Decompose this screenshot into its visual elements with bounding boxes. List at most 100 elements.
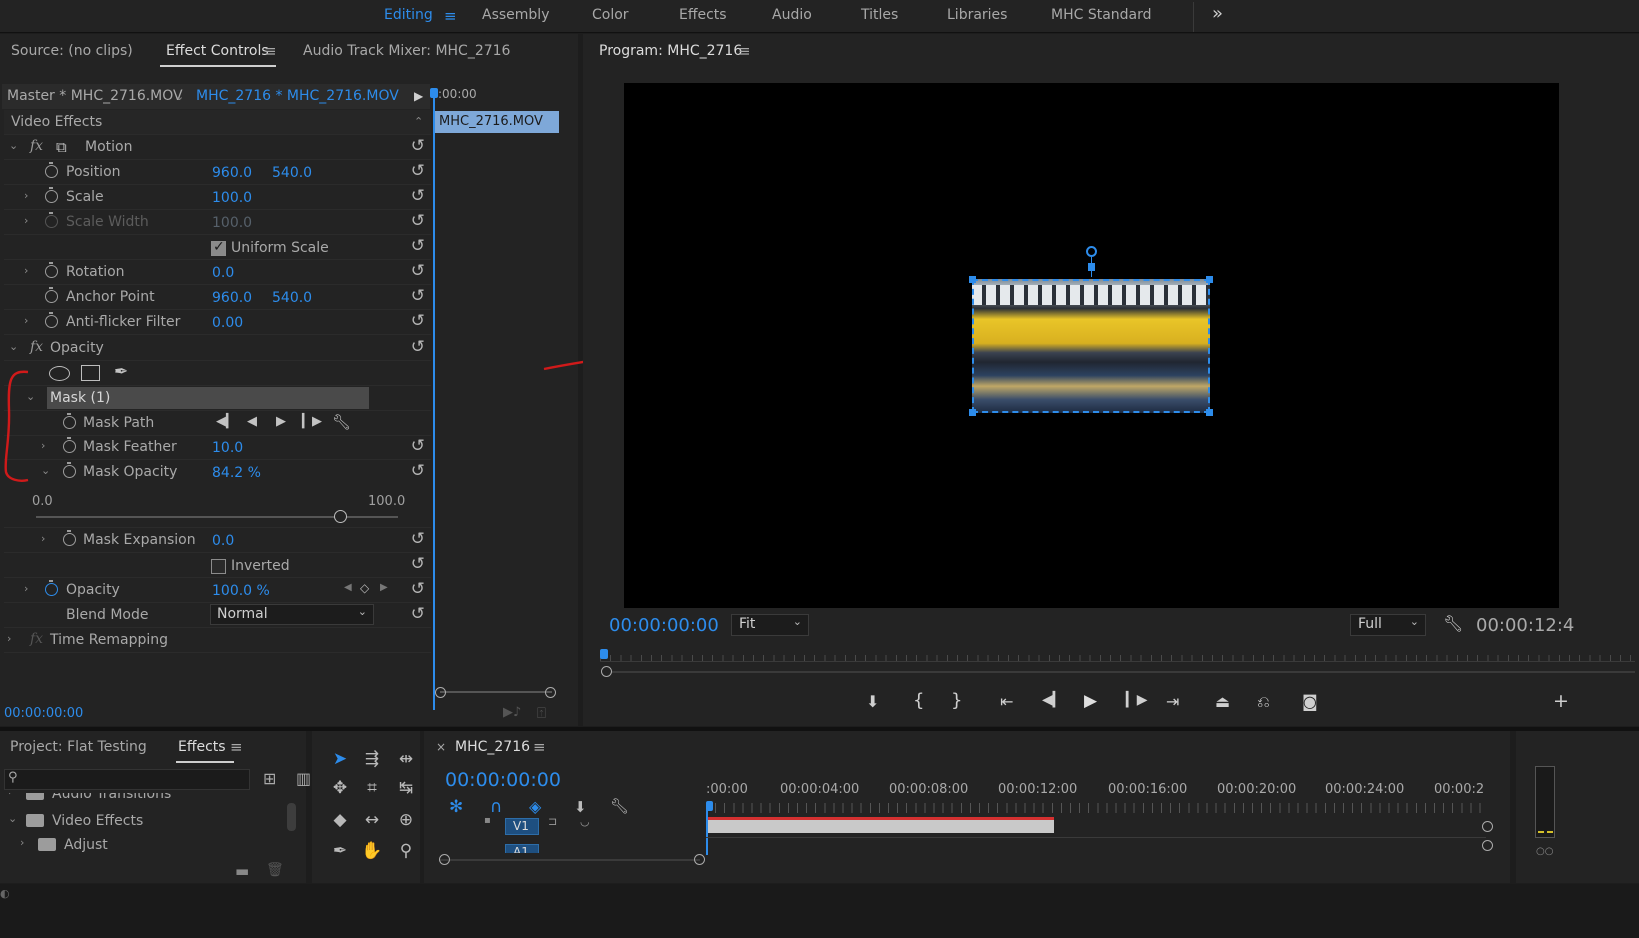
reset-icon[interactable]: ↺ (411, 604, 425, 624)
timeline-clip-v1[interactable] (708, 820, 1054, 833)
add-marker-icon[interactable]: ⬇ (574, 798, 587, 816)
mark-out-icon[interactable]: } (951, 690, 962, 711)
workspace-tab-color[interactable]: Color (592, 7, 629, 23)
close-icon[interactable]: × (436, 740, 446, 754)
workspace-tab-editing[interactable]: Editing (384, 7, 433, 23)
linked-selection-icon[interactable]: ∩ (490, 797, 502, 817)
solo-buttons-icon[interactable]: ○○ (1536, 846, 1553, 857)
stopwatch-icon[interactable] (63, 530, 76, 546)
new-bin-icon[interactable]: ⊞ (263, 769, 276, 788)
position-x-value[interactable]: 960.0 (212, 165, 252, 181)
program-zoom-bar[interactable] (612, 671, 1635, 673)
reset-icon[interactable]: ↺ (411, 529, 425, 549)
panel-menu-icon[interactable]: ≡ (264, 42, 277, 60)
chevron-down-icon[interactable]: ⌄ (175, 90, 184, 103)
tab-audio-track-mixer[interactable]: Audio Track Mixer: MHC_2716 (303, 43, 510, 59)
program-playhead[interactable] (600, 649, 608, 659)
zoom-tool-icon[interactable]: ⚲ (394, 839, 418, 863)
go-to-out-icon[interactable]: ⇥ (1166, 692, 1179, 711)
settings-wrench-icon[interactable]: 🔧︎ (1443, 614, 1463, 633)
ec-zoom-scrollbar[interactable] (440, 691, 552, 693)
timeline-title[interactable]: MHC_2716 (455, 739, 530, 755)
vertical-zoom-handle[interactable] (1482, 840, 1493, 851)
reset-icon[interactable]: ↺ (411, 186, 425, 206)
master-clip-label[interactable]: Master * MHC_2716.MOV (7, 88, 183, 104)
accelerated-effects-icon[interactable]: ▥ (296, 769, 311, 788)
workspace-tab-audio[interactable]: Audio (772, 7, 812, 23)
time-remapping-row[interactable]: › fx Time Remapping (4, 628, 431, 653)
delete-icon[interactable]: 🗑︎ (266, 862, 284, 878)
step-forward-icon[interactable]: ▎▶ (1126, 692, 1148, 708)
stopwatch-icon[interactable] (45, 187, 58, 203)
chevron-right-icon[interactable]: › (24, 214, 28, 227)
rotation-value[interactable]: 0.0 (212, 265, 234, 281)
workspace-menu-icon[interactable]: ≡ (444, 7, 457, 25)
uniform-scale-checkbox[interactable] (211, 239, 226, 256)
mask-vertex-handle[interactable] (969, 409, 976, 416)
tree-item-adjust[interactable]: › Adjust (0, 834, 290, 856)
scale-value[interactable]: 100.0 (212, 190, 252, 206)
stopwatch-icon[interactable] (45, 162, 58, 178)
chevron-up-icon[interactable]: ⌃ (414, 115, 423, 128)
vertical-zoom-handle[interactable] (1482, 821, 1493, 832)
chevron-down-icon[interactable]: ⌄ (9, 139, 18, 152)
lock-icon[interactable]: ▪ (484, 815, 491, 826)
slip-tool-icon[interactable]: ↹ (394, 776, 418, 800)
chevron-right-icon[interactable]: › (41, 532, 45, 545)
effects-search-input[interactable]: ⚲ (4, 769, 250, 790)
add-marker-icon[interactable]: ⬇ (866, 692, 879, 711)
ec-clip-bar[interactable]: MHC_2716.MOV (435, 111, 559, 133)
tab-effect-controls[interactable]: Effect Controls (166, 43, 269, 59)
mask-vertex-handle[interactable] (1206, 409, 1213, 416)
timeline-timecode[interactable]: 00:00:00:00 (445, 769, 561, 791)
track-zoom-handle-left[interactable] (439, 854, 450, 865)
tab-project[interactable]: Project: Flat Testing (10, 739, 147, 755)
track-zoom-handle-right[interactable] (694, 854, 705, 865)
reset-icon[interactable]: ↺ (411, 136, 425, 156)
rolling-edit-tool-icon[interactable]: ✥ (328, 776, 352, 800)
add-button-icon[interactable]: + (1553, 690, 1569, 712)
prev-keyframe-icon[interactable]: ◀ (344, 582, 352, 593)
ec-zoom-handle-left[interactable] (435, 687, 446, 698)
transform-icon[interactable]: ⧉ (56, 138, 67, 156)
tab-effects[interactable]: Effects (178, 739, 226, 755)
pen-tool-icon[interactable]: ✒ (328, 839, 352, 863)
play-triangle-icon[interactable]: ▶ (414, 89, 423, 103)
add-keyframe-icon[interactable]: ◇ (360, 581, 369, 595)
hand-tool-icon[interactable]: ✋ (360, 839, 384, 863)
new-folder-icon[interactable]: ▬ (235, 862, 249, 880)
position-tool-icon[interactable]: ⊕ (394, 808, 418, 832)
ripple-edit-tool-icon[interactable]: ⇹ (394, 747, 418, 771)
reset-icon[interactable]: ↺ (411, 579, 425, 599)
stopwatch-icon[interactable] (45, 262, 58, 278)
fx-icon[interactable]: fx (30, 138, 43, 154)
timeline-settings-wrench-icon[interactable]: 🔧︎ (610, 797, 629, 815)
chevron-right-icon[interactable]: › (24, 582, 28, 595)
fx-icon[interactable]: fx (30, 631, 43, 647)
workspace-tab-effects[interactable]: Effects (679, 7, 727, 23)
rate-stretch-tool-icon[interactable]: ⌗ (360, 776, 384, 800)
ec-playhead-handle[interactable] (430, 88, 438, 98)
extract-icon[interactable]: ⎌ (1257, 692, 1270, 712)
position-y-value[interactable]: 540.0 (272, 165, 312, 181)
insert-overwrite-icon[interactable]: ◈ (529, 797, 541, 816)
reset-icon[interactable]: ↺ (411, 236, 425, 256)
chevron-right-icon[interactable]: › (24, 189, 28, 202)
panel-menu-icon[interactable]: ≡ (738, 42, 751, 60)
tree-scrollbar[interactable] (287, 803, 296, 831)
program-timecode[interactable]: 00:00:00:00 (609, 615, 719, 636)
stopwatch-active-icon[interactable] (45, 580, 58, 596)
lift-icon[interactable]: ⏏ (1215, 692, 1230, 711)
reset-icon[interactable]: ↺ (411, 554, 425, 574)
program-title[interactable]: Program: MHC_2716 (599, 43, 742, 59)
tree-item-video-effects[interactable]: ⌄ Video Effects (0, 810, 290, 832)
mask-rotation-handle[interactable] (1086, 246, 1097, 257)
step-back-icon[interactable]: ◀▎ (1042, 692, 1064, 708)
track-select-tool-icon[interactable]: ⇶ (360, 747, 384, 771)
program-viewer[interactable] (624, 83, 1559, 608)
slide-tool-icon[interactable]: ↔ (360, 808, 384, 832)
playback-resolution-dropdown[interactable]: Full ⌄ (1350, 614, 1426, 636)
export-icon[interactable]: ⍐ (537, 704, 546, 722)
timeline-ruler-ticks[interactable] (706, 803, 1484, 813)
mask-vertex-handle[interactable] (1206, 276, 1213, 283)
